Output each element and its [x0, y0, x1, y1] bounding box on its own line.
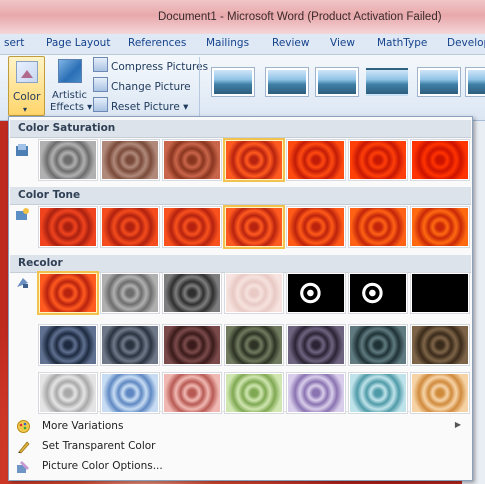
color-variant-thumb-light-green[interactable]: [225, 373, 283, 413]
tab-mathtype[interactable]: MathType: [377, 37, 427, 49]
section-title: Recolor: [18, 257, 63, 269]
color-gallery-dropdown: Color Saturation Color Tone Recolor More…: [8, 116, 473, 481]
tab-references[interactable]: References: [128, 37, 186, 49]
picture-style-thumb[interactable]: [266, 68, 308, 96]
color-variant-thumb-extra-vivid[interactable]: [411, 140, 469, 180]
ribbon-adjust-group: Color ▾ Artistic Effects ▾ Compress Pict…: [0, 55, 485, 121]
color-variant-thumb-no-recolor[interactable]: [39, 273, 97, 313]
picture-color-options-item[interactable]: Picture Color Options...: [10, 457, 471, 477]
picture-style-thumb[interactable]: [466, 68, 485, 96]
tab-insert[interactable]: sert: [4, 37, 24, 49]
artistic-effects-icon: [58, 59, 82, 83]
color-icon: [16, 61, 38, 83]
artistic-effects-label-2: Effects ▾: [50, 102, 93, 113]
picture-style-thumb[interactable]: [418, 68, 460, 96]
picture-style-thumb[interactable]: [366, 68, 408, 96]
color-button[interactable]: Color ▾: [8, 56, 45, 116]
picture-style-thumb[interactable]: [316, 68, 358, 96]
ribbon-separator: [199, 57, 200, 117]
color-variant-thumb-dark-olive[interactable]: [225, 325, 283, 365]
chevron-down-icon: ▾: [23, 105, 28, 114]
section-title: Color Tone: [18, 189, 81, 201]
color-variant-thumb-dark-red[interactable]: [163, 325, 221, 365]
tab-page-layout[interactable]: Page Layout: [46, 37, 110, 49]
color-variant-thumb-dark-brown[interactable]: [411, 325, 469, 365]
color-variant-thumb-original[interactable]: [225, 140, 283, 180]
color-variant-thumb-grayscale[interactable]: [39, 140, 97, 180]
color-variant-thumb-washout[interactable]: [225, 273, 283, 313]
more-variations-label: More Variations: [42, 420, 124, 432]
tab-developer[interactable]: Develop: [447, 37, 485, 49]
recolor-icon: [15, 275, 30, 290]
color-variant-thumb-light-red[interactable]: [163, 373, 221, 413]
reset-picture-icon: [93, 97, 108, 112]
color-button-label: Color: [13, 91, 41, 103]
color-variant-thumb-muted[interactable]: [163, 140, 221, 180]
ribbon-tabs: sert Page Layout References Mailings Rev…: [0, 34, 485, 55]
picture-color-options-label: Picture Color Options...: [42, 460, 163, 472]
more-variations-item[interactable]: More Variations ▶: [10, 417, 471, 437]
tab-review[interactable]: Review: [272, 37, 309, 49]
color-options-icon: [16, 459, 31, 474]
compress-pictures-label: Compress Pictures: [111, 61, 209, 73]
color-variant-thumb-sepia[interactable]: [163, 273, 221, 313]
color-variant-thumb-warm[interactable]: [287, 207, 345, 247]
pen-icon: [16, 439, 31, 454]
color-variant-thumb-cooler[interactable]: [101, 207, 159, 247]
section-header-saturation: Color Saturation: [10, 120, 471, 138]
set-transparent-color-label: Set Transparent Color: [42, 440, 156, 452]
color-variant-thumb-vivid[interactable]: [349, 140, 407, 180]
compress-pictures-button[interactable]: Compress Pictures: [93, 57, 208, 73]
color-variant-thumb-light-orange[interactable]: [411, 373, 469, 413]
reset-picture-label: Reset Picture ▾: [111, 101, 189, 113]
section-header-recolor: Recolor: [10, 255, 471, 273]
color-variant-thumb-black-white-75[interactable]: [411, 273, 469, 313]
color-tone-icon: [15, 207, 30, 222]
set-transparent-color-item[interactable]: Set Transparent Color: [10, 437, 471, 457]
color-variant-thumb-cool[interactable]: [39, 207, 97, 247]
saturation-icon: [15, 143, 30, 158]
color-variant-thumb-grayscale[interactable]: [101, 273, 159, 313]
window-title: Document1 - Microsoft Word (Product Acti…: [158, 11, 442, 23]
color-variant-thumb-light-teal[interactable]: [349, 373, 407, 413]
picture-style-thumb[interactable]: [212, 68, 254, 96]
color-variant-thumb-original[interactable]: [225, 207, 283, 247]
change-picture-icon: [93, 77, 108, 92]
color-variant-thumb-dark-teal[interactable]: [349, 325, 407, 365]
color-variant-thumb-neutral[interactable]: [163, 207, 221, 247]
tab-view[interactable]: View: [330, 37, 355, 49]
change-picture-label: Change Picture: [111, 81, 191, 93]
section-title: Color Saturation: [18, 122, 116, 134]
color-variant-thumb-light-blue[interactable]: [101, 373, 159, 413]
color-variant-thumb-dark-purple[interactable]: [287, 325, 345, 365]
color-variant-thumb-light-purple[interactable]: [287, 373, 345, 413]
change-picture-button[interactable]: Change Picture: [93, 77, 191, 93]
title-bar: Document1 - Microsoft Word (Product Acti…: [0, 0, 485, 34]
color-variant-thumb-desaturated[interactable]: [101, 140, 159, 180]
chevron-right-icon: ▶: [454, 420, 461, 429]
artistic-effects-button[interactable]: Artistic Effects ▾: [50, 57, 93, 115]
color-variant-thumb-hot[interactable]: [411, 207, 469, 247]
color-variant-thumb-dark-blue[interactable]: [39, 325, 97, 365]
color-variant-thumb-black-white-25[interactable]: [287, 273, 345, 313]
color-variant-thumb-saturated[interactable]: [287, 140, 345, 180]
color-variant-thumb-dark-slate[interactable]: [101, 325, 159, 365]
section-header-tone: Color Tone: [10, 187, 471, 205]
artistic-effects-label-1: Artistic: [52, 90, 88, 101]
color-variant-thumb-black-white-50[interactable]: [349, 273, 407, 313]
tab-mailings[interactable]: Mailings: [206, 37, 249, 49]
reset-picture-button[interactable]: Reset Picture ▾: [93, 97, 188, 113]
color-variant-thumb-light-gray[interactable]: [39, 373, 97, 413]
color-variant-thumb-warmer[interactable]: [349, 207, 407, 247]
compress-icon: [93, 57, 108, 72]
palette-icon: [16, 419, 31, 434]
